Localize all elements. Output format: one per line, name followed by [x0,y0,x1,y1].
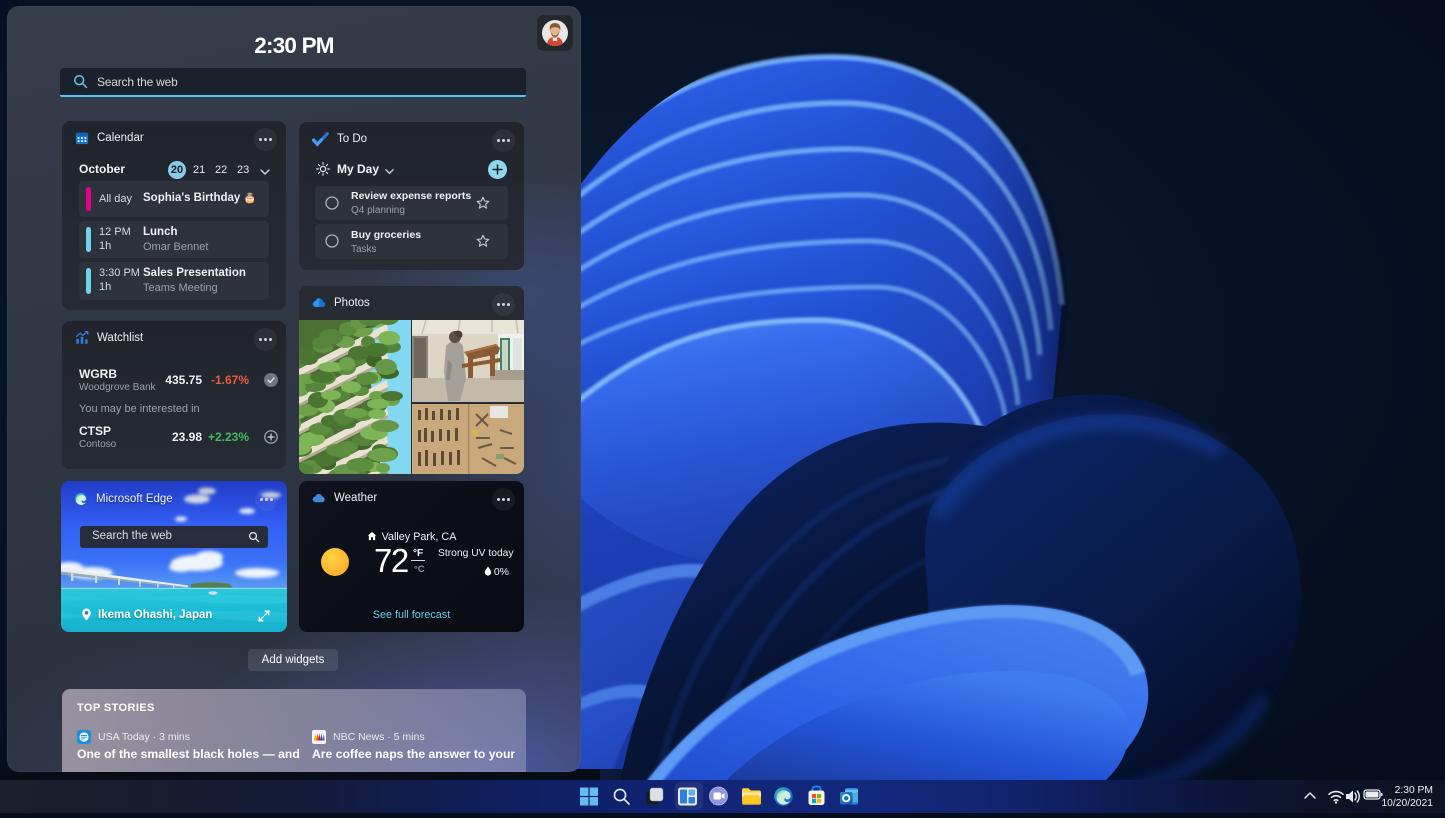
svg-text:2:30 PM: 2:30 PM [1395,785,1433,796]
svg-text:10/20/2021: 10/20/2021 [1381,798,1433,809]
